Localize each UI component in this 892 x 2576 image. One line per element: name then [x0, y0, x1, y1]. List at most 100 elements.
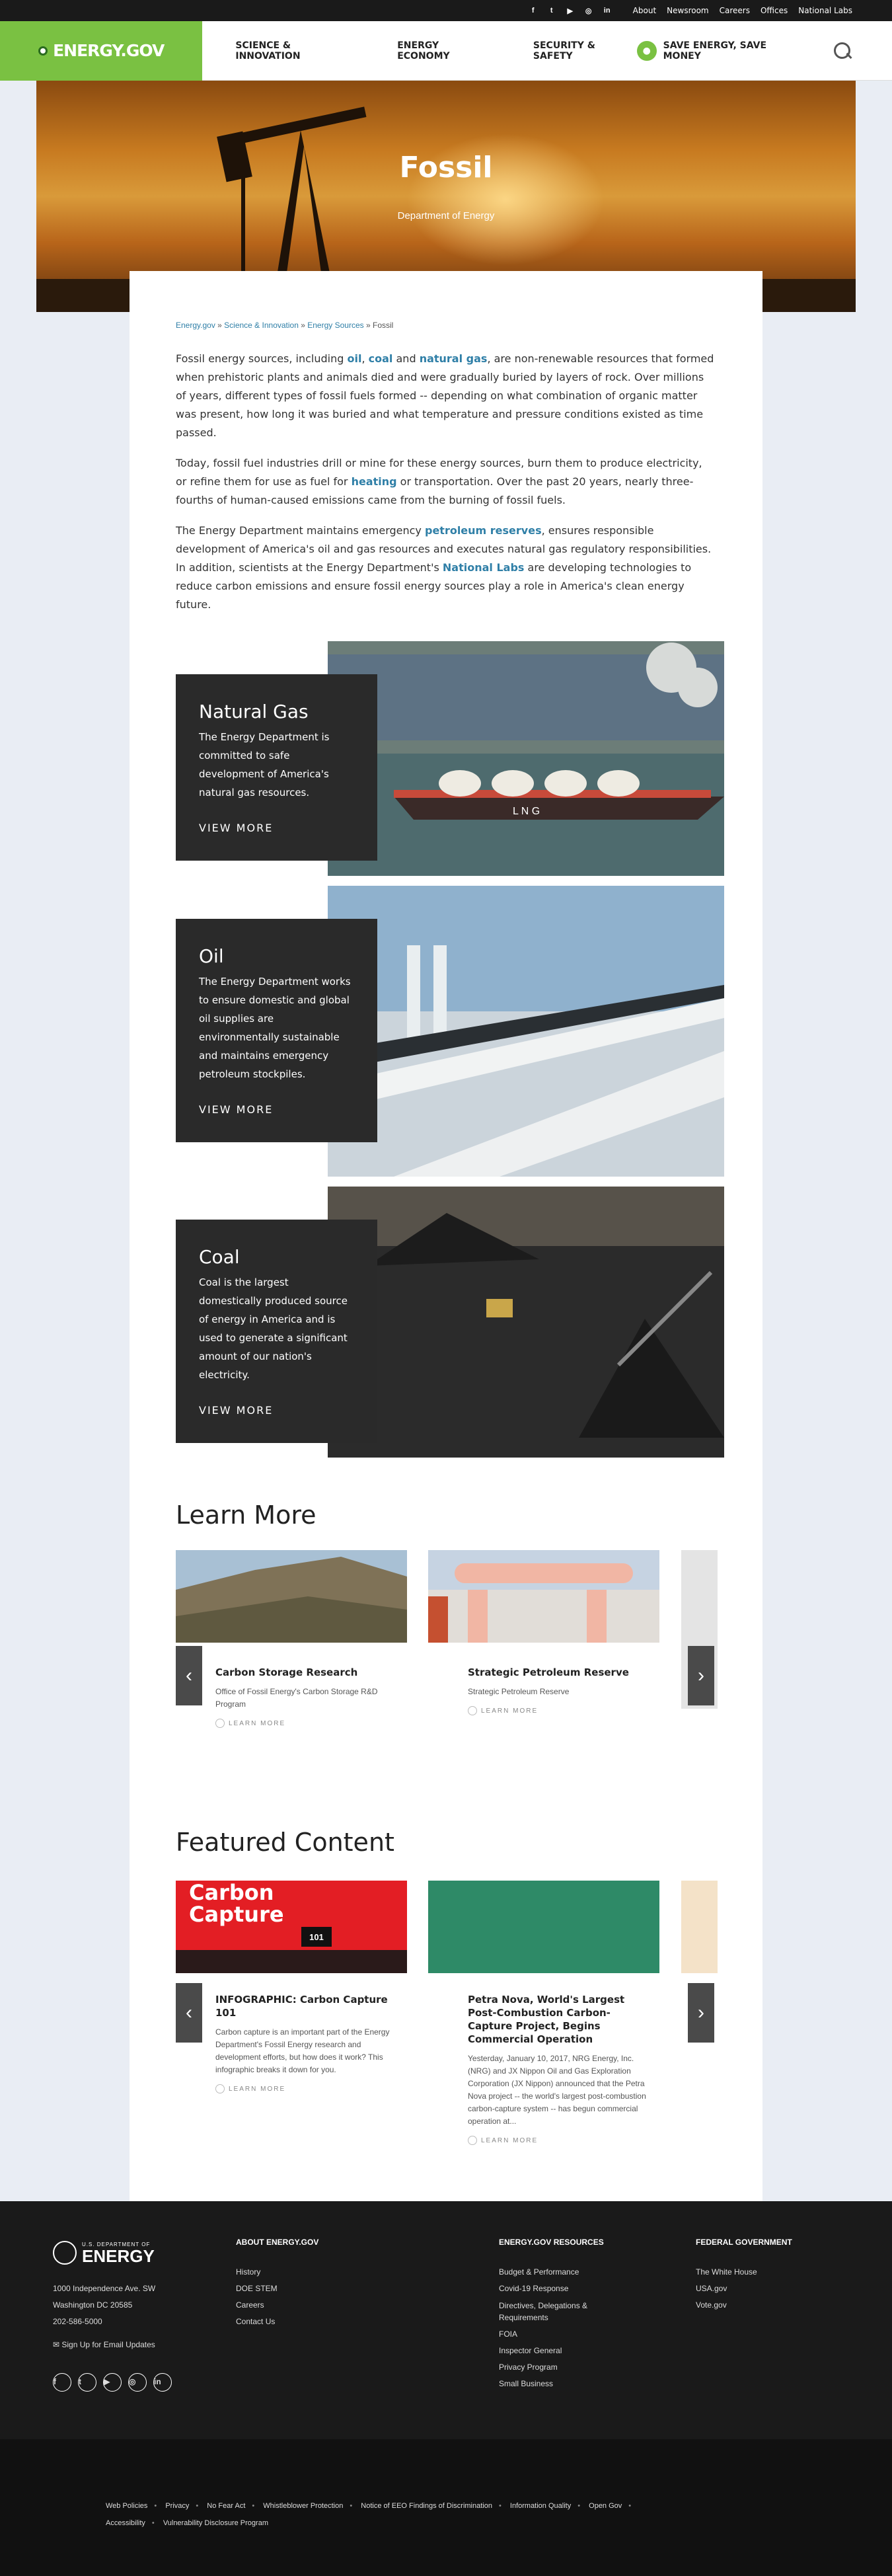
save-energy-link[interactable]: ● SAVE ENERGY, SAVE MONEY — [636, 40, 806, 61]
site-logo[interactable]: ENERGY.GOV — [0, 20, 203, 81]
utility-bar: f t ▶ ◎ in About Newsroom Careers Office… — [0, 0, 892, 21]
legal-link[interactable]: Open Gov — [589, 2502, 622, 2510]
learn-more-link[interactable]: LEARN MORE — [468, 1706, 659, 1715]
facebook-icon[interactable]: f — [53, 2373, 71, 2392]
footer-link[interactable]: Vote.gov — [696, 2297, 792, 2314]
footer-link[interactable]: History — [236, 2264, 318, 2281]
link-about[interactable]: About — [633, 6, 656, 15]
learn-more-link[interactable]: LEARN MORE — [215, 2084, 407, 2093]
source-card-coal[interactable]: Coal Coal is the largest domestically pr… — [176, 1187, 724, 1458]
source-card-oil[interactable]: Oil The Energy Department works to ensur… — [176, 886, 724, 1177]
legal-link[interactable]: Notice of EEO Findings of Discrimination — [361, 2502, 492, 2510]
twitter-icon[interactable]: t — [546, 5, 558, 17]
legal-link[interactable]: Privacy — [165, 2502, 189, 2510]
card-title: INFOGRAPHIC: Carbon Capture 101 — [215, 1994, 388, 2019]
linkedin-icon[interactable]: in — [153, 2373, 172, 2392]
breadcrumb-energy-gov[interactable]: Energy.gov — [176, 321, 215, 330]
footer-link[interactable]: Directives, Delegations & Requirements — [499, 2300, 631, 2323]
link-national-labs[interactable]: National Labs — [798, 6, 852, 15]
source-title: Coal — [199, 1246, 240, 1268]
email-signup-link[interactable]: ✉ Sign Up for Email Updates — [53, 2337, 172, 2353]
nav-energy-economy[interactable]: ENERGY ECONOMY — [397, 40, 494, 61]
infographic-skyline — [176, 1950, 407, 1973]
footer-link[interactable]: The White House — [696, 2264, 792, 2281]
address-line: Washington DC 20585 — [53, 2300, 133, 2310]
source-card-natural-gas[interactable]: L N G Natural Gas The Energy Department … — [176, 641, 724, 876]
footer-link[interactable]: Budget & Performance — [499, 2264, 631, 2281]
youtube-icon[interactable]: ▶ — [103, 2373, 122, 2392]
featured-card[interactable]: Petra Nova, World's Largest Post-Combust… — [428, 1881, 659, 2145]
petra-nova-image — [428, 1881, 659, 1973]
link-offices[interactable]: Offices — [761, 6, 788, 15]
legal-link[interactable]: Vulnerability Disclosure Program — [163, 2519, 268, 2527]
footer-link[interactable]: Inspector General — [499, 2343, 631, 2359]
footer-link[interactable]: Privacy Program — [499, 2359, 631, 2376]
footer-about: ABOUT ENERGY.GOV History DOE STEM Career… — [236, 2238, 318, 2330]
facebook-icon[interactable]: f — [527, 5, 539, 17]
logo-icon — [38, 46, 48, 56]
carbon-capture-infographic-image: Carbon Capture 101 — [176, 1881, 407, 1973]
nav-science-innovation[interactable]: SCIENCE & INNOVATION — [235, 40, 357, 61]
view-more-link[interactable]: VIEW MORE — [199, 1404, 354, 1417]
link-careers[interactable]: Careers — [720, 6, 750, 15]
card-description: Office of Fossil Energy's Carbon Storage… — [215, 1687, 378, 1709]
twitter-icon[interactable]: t — [78, 2373, 96, 2392]
footer-link[interactable]: Small Business — [499, 2376, 631, 2392]
learn-more-card[interactable]: Strategic Petroleum Reserve Strategic Pe… — [428, 1550, 659, 1715]
card-description: Carbon capture is an important part of t… — [215, 2027, 390, 2074]
link-oil[interactable]: oil — [348, 352, 362, 365]
link-natural-gas[interactable]: natural gas — [420, 352, 488, 365]
lightbulb-icon: ● — [636, 40, 657, 61]
carousel-next-button[interactable]: › — [688, 1983, 714, 2043]
legal-link[interactable]: Web Policies — [106, 2502, 147, 2510]
link-newsroom[interactable]: Newsroom — [667, 6, 708, 15]
intro-paragraph: Today, fossil fuel industries drill or m… — [176, 454, 716, 510]
breadcrumb-science[interactable]: Science & Innovation — [224, 321, 299, 330]
breadcrumb-energy-sources[interactable]: Energy Sources — [307, 321, 363, 330]
source-description: The Energy Department works to ensure do… — [199, 976, 351, 1080]
doe-logo[interactable]: U.S. DEPARTMENT OF ENERGY — [53, 2241, 172, 2265]
footer-link[interactable]: FOIA — [499, 2326, 631, 2343]
carousel-next-button[interactable]: › — [688, 1646, 714, 1705]
footer-link[interactable]: Contact Us — [236, 2314, 318, 2330]
footer-link[interactable]: Careers — [236, 2297, 318, 2314]
instagram-icon[interactable]: ◎ — [583, 5, 595, 17]
view-more-link[interactable]: VIEW MORE — [199, 822, 354, 834]
carousel-prev-button[interactable]: ‹ — [176, 1646, 202, 1705]
link-national-labs[interactable]: National Labs — [443, 561, 525, 574]
featured-card[interactable]: Carbon Capture 101 INFOGRAPHIC: Carbon C… — [176, 1881, 407, 2093]
link-petroleum-reserves[interactable]: petroleum reserves — [425, 524, 542, 537]
intro-paragraph: The Energy Department maintains emergenc… — [176, 522, 716, 614]
carousel-prev-button[interactable]: ‹ — [176, 1983, 202, 2043]
footer-link[interactable]: DOE STEM — [236, 2281, 318, 2297]
featured-carousel: Carbon Capture 101 INFOGRAPHIC: Carbon C… — [176, 1881, 718, 2145]
legal-link[interactable]: Information Quality — [510, 2502, 571, 2510]
link-coal[interactable]: coal — [369, 352, 393, 365]
linkedin-icon[interactable]: in — [601, 5, 613, 17]
view-more-link[interactable]: VIEW MORE — [199, 1103, 354, 1116]
youtube-icon[interactable]: ▶ — [564, 5, 576, 17]
learn-more-card[interactable]: Carbon Storage Research Office of Fossil… — [176, 1550, 407, 1728]
legal-link[interactable]: Whistleblower Protection — [263, 2502, 343, 2510]
intro-text: Fossil energy sources, including oil, co… — [176, 350, 716, 614]
learn-more-link[interactable]: LEARN MORE — [468, 2136, 659, 2145]
text: and — [392, 352, 420, 365]
text: Fossil energy sources, including — [176, 352, 348, 365]
nav-security-safety[interactable]: SECURITY & SAFETY — [533, 40, 637, 61]
search-icon[interactable] — [833, 41, 852, 61]
link-heating[interactable]: heating — [352, 475, 397, 488]
source-card-text: Oil The Energy Department works to ensur… — [176, 919, 377, 1142]
page-title: Fossil — [399, 151, 493, 184]
footer-link[interactable]: USA.gov — [696, 2281, 792, 2297]
footer-heading: FEDERAL GOVERNMENT — [696, 2238, 792, 2247]
legal-link[interactable]: Accessibility — [106, 2519, 145, 2527]
instagram-icon[interactable]: ◎ — [128, 2373, 147, 2392]
petroleum-reserve-image — [428, 1550, 659, 1643]
source-title: Natural Gas — [199, 701, 309, 722]
coal-pile-image — [328, 1187, 724, 1458]
carbon-storage-image — [176, 1550, 407, 1643]
main-content: Energy.gov » Science & Innovation » Ener… — [130, 271, 762, 2201]
learn-more-link[interactable]: LEARN MORE — [215, 1719, 407, 1728]
legal-link[interactable]: No Fear Act — [207, 2502, 245, 2510]
footer-link[interactable]: Covid-19 Response — [499, 2281, 631, 2297]
